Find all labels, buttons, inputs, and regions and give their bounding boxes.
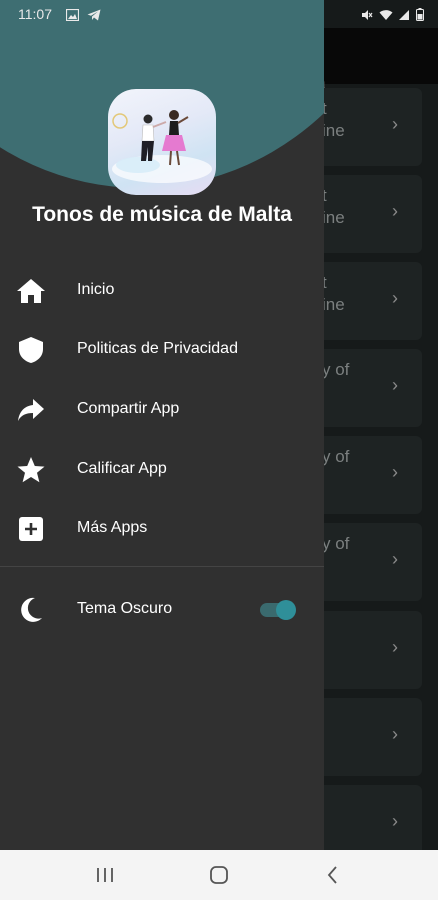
system-navigation-bar [0,850,438,900]
menu-item-label: Inicio [77,281,115,298]
status-right-icons [361,6,424,22]
home-button[interactable] [207,863,231,887]
chevron-right-icon: › [392,201,398,221]
menu-item-label: Calificar App [77,460,167,477]
background-card-text: y of [322,447,350,466]
share-icon [16,396,46,424]
dark-theme-toggle[interactable] [258,600,296,620]
menu-item-label: Compartir App [77,400,180,417]
back-icon [327,866,337,884]
background-card-text: t ine [322,273,345,314]
menu-item-inicio[interactable]: Inicio [0,263,324,319]
status-left-icons [65,6,101,21]
app-logo [108,89,216,195]
mute-icon [362,9,373,20]
navigation-drawer: Tonos de música de Malta Inicio Politica… [0,0,324,850]
wifi-icon [379,9,393,20]
menu-item-label: Politicas de Privacidad [77,340,238,357]
star-icon [16,456,46,484]
chevron-right-icon: › [392,288,398,308]
menu-item-more-apps[interactable]: Más Apps [0,501,324,557]
background-card-text: y of [322,360,350,379]
background-card-text: y of [322,534,350,553]
chevron-right-icon: › [392,375,398,395]
background-card-text: t ine [322,99,345,140]
moon-icon [16,596,46,624]
menu-item-privacy-policy[interactable]: Politicas de Privacidad [0,322,324,378]
home-icon [16,277,46,305]
telegram-icon [87,9,101,21]
menu-item-share-app[interactable]: Compartir App [0,382,324,438]
chevron-right-icon: › [392,462,398,482]
shield-icon [16,336,46,364]
menu-item-rate-app[interactable]: Calificar App [0,442,324,498]
chevron-right-icon: › [392,724,398,744]
background-card-text: t ine [322,186,345,227]
recents-icon [97,868,113,882]
home-nav-icon [210,866,228,884]
battery-icon [416,8,424,22]
toggle-thumb [276,600,296,620]
chevron-right-icon: › [392,811,398,831]
plus-box-icon [16,515,46,543]
recent-apps-button[interactable] [93,863,117,887]
chevron-right-icon: › [392,637,398,657]
menu-divider [0,566,324,567]
menu-item-label: Tema Oscuro [77,600,173,617]
status-bar: 11:07 [0,0,438,28]
image-notification-icon [65,8,80,21]
status-time: 11:07 [18,6,52,22]
signal-icon [399,9,410,20]
chevron-right-icon: › [392,549,398,569]
chevron-right-icon: › [392,114,398,134]
back-button[interactable] [321,863,345,887]
drawer-title: Tonos de música de Malta [32,203,292,226]
menu-item-label: Más Apps [77,519,148,536]
